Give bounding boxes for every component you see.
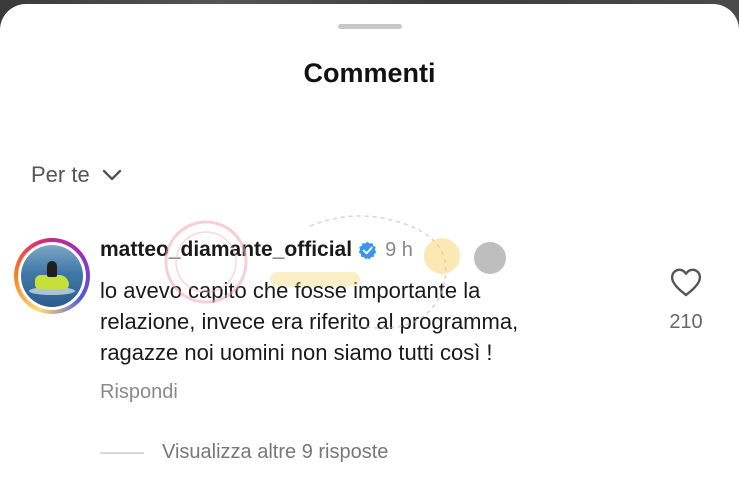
reply-button[interactable]: Rispondi bbox=[100, 381, 178, 404]
comment-text-line: lo avevo capito che fosse importante la bbox=[100, 278, 481, 303]
like-count: 210 bbox=[669, 311, 703, 333]
view-more-replies-label: Visualizza altre 9 risposte bbox=[162, 441, 389, 463]
comment-item: matteo_diamante_official 9 h lo avevo ca… bbox=[14, 238, 724, 418]
comment-time: 9 h bbox=[385, 238, 413, 261]
chevron-down-icon bbox=[102, 169, 122, 181]
comment-text-line: ragazze noi uomini non siamo tutti così … bbox=[100, 340, 493, 365]
comment-username[interactable]: matteo_diamante_official bbox=[100, 238, 352, 262]
avatar[interactable] bbox=[14, 238, 90, 314]
sort-filter-dropdown[interactable]: Per te bbox=[31, 162, 122, 188]
comment-text-line: relazione, invece era riferito al progra… bbox=[100, 309, 519, 334]
comment-text: lo avevo capito che fosse importante la … bbox=[100, 275, 640, 368]
comment-header: matteo_diamante_official 9 h bbox=[100, 238, 413, 262]
like-control: 210 bbox=[666, 268, 706, 334]
divider-line bbox=[100, 451, 144, 454]
avatar-image bbox=[21, 245, 83, 307]
verified-badge-icon bbox=[358, 241, 377, 260]
heart-icon[interactable] bbox=[670, 268, 702, 297]
sort-filter-label: Per te bbox=[31, 162, 90, 187]
sheet-title: Commenti bbox=[303, 58, 436, 88]
comments-sheet: Commenti Per te matteo_diamante_official bbox=[0, 4, 739, 485]
drag-handle[interactable] bbox=[338, 24, 402, 29]
view-more-replies-button[interactable]: Visualizza altre 9 risposte bbox=[100, 441, 388, 464]
